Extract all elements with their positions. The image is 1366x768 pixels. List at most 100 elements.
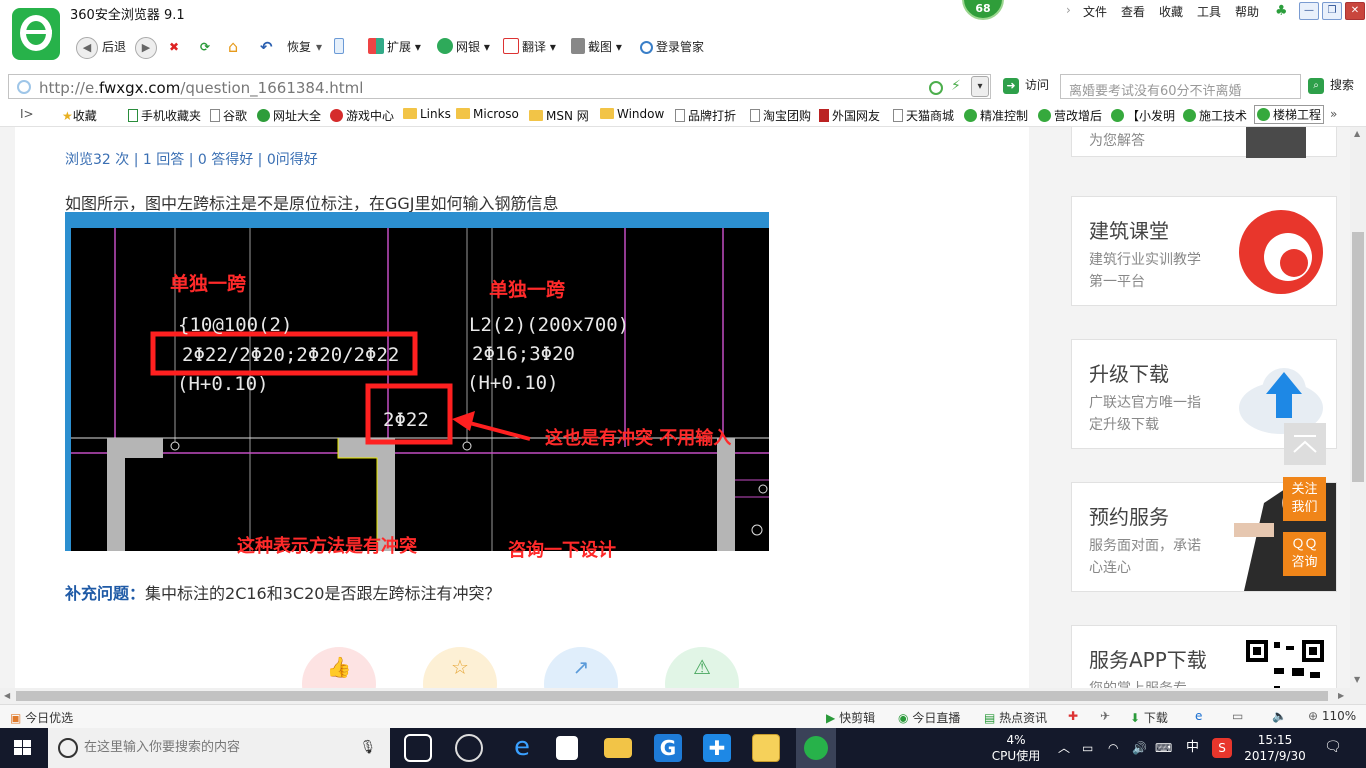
search-icon[interactable]: ⌕ <box>1308 78 1324 94</box>
follow-us-button[interactable]: 关注我们 <box>1283 477 1326 521</box>
file-explorer-icon[interactable] <box>604 738 632 758</box>
back-label[interactable]: 后退 <box>102 37 126 57</box>
menu-arrow-icon[interactable]: › <box>1066 3 1071 17</box>
notes-app-icon[interactable] <box>752 734 780 762</box>
bookmark-favorites[interactable]: ★收藏 <box>62 107 97 124</box>
restore-icon[interactable]: ↶ <box>260 37 273 57</box>
forward-icon[interactable]: ▶ <box>135 37 157 59</box>
store-icon[interactable] <box>556 736 578 760</box>
bookmark-google[interactable]: 谷歌 <box>210 107 247 124</box>
screenshot-button[interactable]: 截图 ▾ <box>571 37 622 57</box>
zoom-level[interactable]: ⊕ 110% <box>1308 709 1356 723</box>
bookmark-mobile[interactable]: 手机收藏夹 <box>128 107 201 124</box>
scroll-down-icon[interactable]: ▼ <box>1354 675 1360 684</box>
horizontal-scrollbar[interactable]: ◀ ▶ <box>0 688 1366 704</box>
favorite-star-icon[interactable]: ☆ <box>423 647 497 688</box>
volume-icon[interactable]: 🔈 <box>1272 709 1287 723</box>
vertical-scrollbar[interactable]: ▲ ▼ <box>1350 127 1366 688</box>
bookmark-stairs[interactable]: 楼梯工程 <box>1254 105 1325 124</box>
task-view-icon[interactable] <box>404 734 432 762</box>
bookmark-hao[interactable]: 网址大全 <box>257 107 321 124</box>
bookmark-brand[interactable]: 品牌打折 <box>675 107 736 124</box>
taskbar-search-input[interactable]: 在这里输入你要搜索的内容 🎙 <box>48 728 390 768</box>
bookmark-foreign[interactable]: 外国网友 <box>819 107 880 124</box>
question-stats[interactable]: 浏览32 次 | 1 回答 | 0 答得好 | 0问得好 <box>65 149 318 169</box>
plus-app-icon[interactable]: ✚ <box>703 734 731 762</box>
bookmark-games[interactable]: 游戏中心 <box>330 107 394 124</box>
sidebar-card-classroom[interactable]: 建筑课堂 建筑行业实训教学第一平台 <box>1071 196 1337 306</box>
hot-news[interactable]: ▤ 热点资讯 <box>984 709 1047 726</box>
url-text[interactable]: http://e.fwxgx.com/question_1661384.html <box>39 79 363 97</box>
share-icon[interactable]: ↗ <box>544 647 618 688</box>
score-badge[interactable]: 68 <box>962 0 1004 20</box>
active-browser-app[interactable] <box>796 728 836 768</box>
restore-button[interactable]: 恢复 <box>287 37 311 57</box>
bookmark-taobao[interactable]: 淘宝团购 <box>750 107 811 124</box>
speed-icon[interactable]: ⚡ <box>951 78 967 94</box>
close-button[interactable]: ✕ <box>1345 2 1365 20</box>
battery-icon[interactable]: ▭ <box>1082 740 1093 756</box>
mobile-icon[interactable] <box>334 37 347 57</box>
edge-icon[interactable]: e <box>508 734 536 762</box>
tray-expand-icon[interactable]: ︿ <box>1058 740 1070 756</box>
quick-clip[interactable]: ▶ 快剪辑 <box>826 709 875 726</box>
speaker-icon[interactable]: 🔊 <box>1132 740 1147 756</box>
sidebar-card-app[interactable]: 服务APP下载 您的掌上服务专 <box>1071 625 1337 688</box>
ime-indicator[interactable]: 中 <box>1186 740 1199 756</box>
report-icon[interactable]: ⚠ <box>665 647 739 688</box>
scroll-left-icon[interactable]: ◀ <box>4 691 10 700</box>
window-icon[interactable]: ▭ <box>1232 709 1243 723</box>
bookmark-invention[interactable]: 【小发明 <box>1111 107 1175 124</box>
skin-icon[interactable]: ♣ <box>1275 3 1288 19</box>
minimize-button[interactable]: — <box>1299 2 1319 20</box>
downloads[interactable]: ⬇ 下载 <box>1130 709 1168 726</box>
bookmark-tax[interactable]: 营改增后 <box>1038 107 1102 124</box>
notification-icon[interactable]: 🗨 <box>1324 739 1342 755</box>
like-icon[interactable]: 👍 <box>302 647 376 688</box>
back-icon[interactable]: ◀ <box>76 37 98 59</box>
scroll-right-icon[interactable]: ▶ <box>1338 691 1344 700</box>
bookmark-msn[interactable]: MSN 网 <box>529 107 589 124</box>
menu-favorites[interactable]: 收藏 <box>1159 3 1183 20</box>
address-bar[interactable]: http://e.fwxgx.com/question_1661384.html… <box>8 74 991 99</box>
app-swirl-icon[interactable] <box>455 734 483 762</box>
windows-start-icon[interactable] <box>14 740 32 756</box>
glodon-app-icon[interactable]: G <box>654 734 682 762</box>
back-to-top-button[interactable] <box>1284 423 1326 465</box>
login-manager-button[interactable]: 登录管家 <box>640 37 704 57</box>
wifi-icon[interactable]: ◠ <box>1108 740 1118 756</box>
visit-icon[interactable]: ➜ <box>1003 78 1019 94</box>
bookmark-windows[interactable]: Window <box>600 107 664 121</box>
bookmark-microsoft[interactable]: Microso <box>456 107 519 121</box>
menu-tools[interactable]: 工具 <box>1197 3 1221 20</box>
medical-icon[interactable]: ✚ <box>1068 709 1078 723</box>
bookmark-control[interactable]: 精准控制 <box>964 107 1028 124</box>
sogou-icon[interactable]: S <box>1212 738 1232 758</box>
menu-help[interactable]: 帮助 <box>1235 3 1259 20</box>
stop-icon[interactable]: ✖ <box>169 37 179 57</box>
horizontal-scroll-thumb[interactable] <box>16 691 1328 701</box>
qq-consult-button[interactable]: ＱＱ咨询 <box>1283 532 1326 576</box>
bookmark-construction[interactable]: 施工技术 <box>1183 107 1247 124</box>
reload-icon[interactable] <box>929 81 943 95</box>
refresh-icon[interactable]: ⟳ <box>200 37 210 57</box>
keyboard-icon[interactable]: ⌨ <box>1155 740 1172 756</box>
home-icon[interactable]: ⌂ <box>228 37 238 57</box>
bank-button[interactable]: 网银 ▾ <box>437 37 490 57</box>
cpu-usage[interactable]: 4% CPU使用 <box>988 732 1044 764</box>
sidebar-toggle-icon[interactable]: I> <box>20 107 34 121</box>
tools-icon[interactable]: ✈ <box>1100 709 1110 723</box>
search-input[interactable]: 离婚要考试没有60分不许离婚 <box>1060 74 1301 99</box>
restore-dropdown-icon[interactable]: ▾ <box>316 37 322 57</box>
vertical-scroll-thumb[interactable] <box>1352 232 1364 482</box>
ie-icon[interactable]: e <box>1195 709 1202 723</box>
menu-file[interactable]: 文件 <box>1083 3 1107 20</box>
search-button[interactable]: 搜索 <box>1330 75 1354 95</box>
scroll-up-icon[interactable]: ▲ <box>1354 129 1360 138</box>
maximize-button[interactable]: ❐ <box>1322 2 1342 20</box>
sidebar-card-partial[interactable]: 为您解答 <box>1071 127 1337 158</box>
clock[interactable]: 15:15 2017/9/30 <box>1240 732 1310 764</box>
url-dropdown-icon[interactable]: ▾ <box>971 76 989 97</box>
extend-button[interactable]: 扩展 ▾ <box>368 37 421 57</box>
translate-button[interactable]: 翻译 ▾ <box>503 37 556 57</box>
